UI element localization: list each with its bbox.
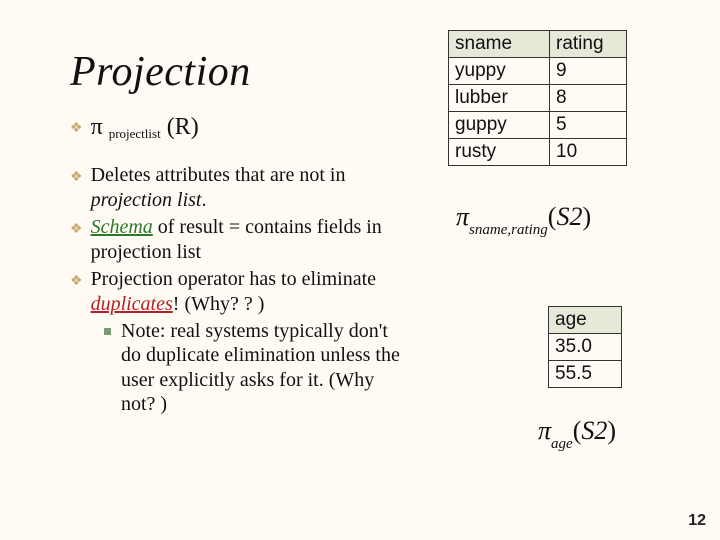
- schema-term: Schema: [91, 216, 153, 238]
- cell: guppy: [449, 112, 550, 139]
- table-row: lubber8: [449, 85, 627, 112]
- cell: 5: [550, 112, 627, 139]
- pi-symbol: π: [538, 416, 551, 445]
- bullet-text: Schema of result = contains fields in pr…: [91, 215, 410, 265]
- cell: 35.0: [549, 334, 622, 361]
- pi-formula-2: πage(S2): [538, 416, 616, 450]
- bullet-text: Deletes attributes that are not in proje…: [91, 163, 410, 213]
- bullet-text: Projection operator has to eliminate dup…: [91, 267, 410, 317]
- table-row: yuppy9: [449, 58, 627, 85]
- pi-expression: π projectlist (R): [91, 114, 199, 141]
- cell: lubber: [449, 85, 550, 112]
- bullet-icon: ❖: [70, 120, 83, 137]
- text: Projection operator has to eliminate: [91, 268, 376, 290]
- cell: rusty: [449, 139, 550, 166]
- cell: 9: [550, 58, 627, 85]
- bullet-3: ❖ Projection operator has to eliminate d…: [70, 267, 410, 317]
- bullet-icon: ❖: [70, 169, 83, 187]
- table-row: guppy5: [449, 112, 627, 139]
- col-header: age: [549, 307, 622, 334]
- text: Deletes attributes that are not in: [91, 164, 346, 186]
- projection-list-term: projection list: [91, 189, 202, 211]
- table-row: rusty10: [449, 139, 627, 166]
- bullet-icon: ❖: [70, 273, 83, 291]
- square-bullet-icon: [104, 328, 111, 335]
- table-header-row: sname rating: [449, 31, 627, 58]
- page-number: 12: [688, 512, 706, 530]
- note-text: Note: real systems typically don't do du…: [121, 319, 410, 417]
- duplicates-term: duplicates: [91, 293, 173, 315]
- text: .: [201, 189, 206, 211]
- pi-symbol: π: [91, 114, 103, 140]
- sname-rating-table: sname rating yuppy9 lubber8 guppy5 rusty…: [448, 30, 627, 166]
- pi-definition-row: ❖ π projectlist (R): [70, 114, 410, 141]
- pi-symbol: π: [456, 202, 469, 231]
- pi-arg: S2: [556, 202, 582, 231]
- content-column: ❖ π projectlist (R) ❖ Deletes attributes…: [70, 114, 410, 417]
- cell: 10: [550, 139, 627, 166]
- table-row: 35.0: [549, 334, 622, 361]
- pi-formula-1: πsname,rating(S2): [456, 202, 591, 236]
- bullet-list: ❖ Deletes attributes that are not in pro…: [70, 163, 410, 417]
- pi-arg: (R): [167, 114, 199, 140]
- cell: yuppy: [449, 58, 550, 85]
- table-header-row: age: [549, 307, 622, 334]
- pi-arg: S2: [581, 416, 607, 445]
- pi-subscript: age: [551, 436, 573, 452]
- age-table: age 35.0 55.5: [548, 306, 622, 388]
- bullet-2: ❖ Schema of result = contains fields in …: [70, 215, 410, 265]
- cell: 55.5: [549, 361, 622, 388]
- col-header: sname: [449, 31, 550, 58]
- pi-subscript: projectlist: [109, 126, 161, 141]
- pi-subscript: sname,rating: [469, 222, 548, 238]
- sub-bullet: Note: real systems typically don't do du…: [104, 319, 410, 417]
- text: ! (Why? ? ): [173, 293, 265, 315]
- rparen: ): [582, 202, 591, 231]
- cell: 8: [550, 85, 627, 112]
- rparen: ): [607, 416, 616, 445]
- table-row: 55.5: [549, 361, 622, 388]
- bullet-1: ❖ Deletes attributes that are not in pro…: [70, 163, 410, 213]
- col-header: rating: [550, 31, 627, 58]
- slide: Projection ❖ π projectlist (R) ❖ Deletes…: [0, 0, 720, 540]
- bullet-icon: ❖: [70, 221, 83, 239]
